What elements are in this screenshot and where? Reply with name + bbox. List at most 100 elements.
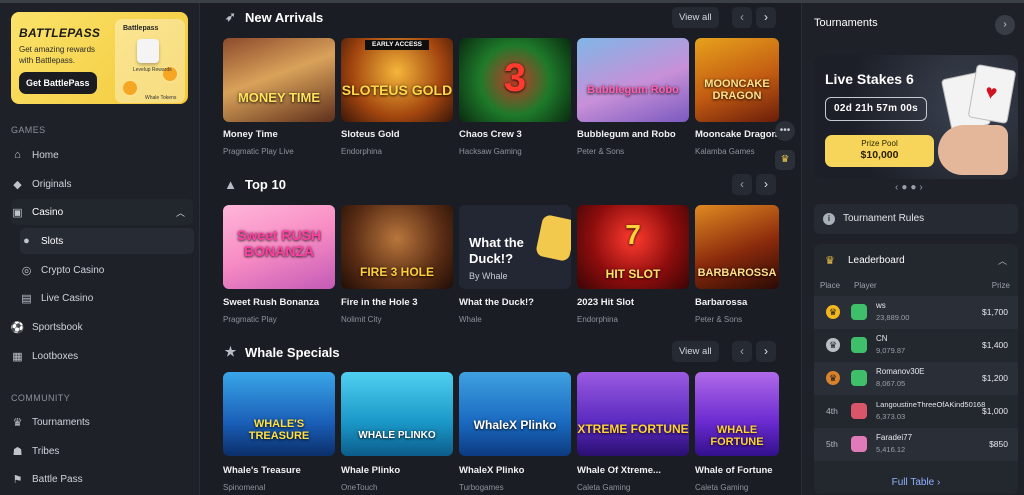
view-all-button[interactable]: View all bbox=[672, 341, 719, 362]
player-prize: $1,400 bbox=[982, 340, 1008, 350]
arrow-left-button[interactable]: ‹ bbox=[732, 174, 752, 195]
avatar bbox=[851, 370, 867, 386]
arrow-left-button[interactable]: ‹ bbox=[732, 341, 752, 362]
game-art-text: SLOTEUS GOLD bbox=[341, 82, 453, 98]
game-tile-mooncake-dragon[interactable]: MOONCAKE DRAGON bbox=[695, 38, 779, 122]
game-tile-money-time[interactable]: MONEY TIME bbox=[223, 38, 335, 122]
game-name[interactable]: Chaos Crew 3 bbox=[459, 129, 573, 140]
leaderboard-row[interactable]: ♛ ws 23,889.00 $1,700 bbox=[814, 296, 1018, 329]
game-name[interactable]: Barbarossa bbox=[695, 297, 777, 308]
game-name[interactable]: Sweet Rush Bonanza bbox=[223, 297, 337, 308]
game-name[interactable]: Whale Of Xtreme... bbox=[577, 465, 691, 476]
battlepass-logo: BATTLEPASS bbox=[19, 26, 101, 40]
game-name[interactable]: Mooncake Dragon bbox=[695, 129, 777, 140]
sidebar-item-battle-pass[interactable]: ⚑ Battle Pass bbox=[11, 466, 193, 492]
game-art-text: 3 bbox=[503, 56, 527, 100]
game-provider: Hacksaw Gaming bbox=[459, 147, 522, 156]
player-prize: $850 bbox=[989, 439, 1008, 449]
cards-icon: ▣ bbox=[12, 206, 23, 219]
game-tile-sweet-rush-bonanza[interactable]: Sweet RUSH BONANZA bbox=[223, 205, 335, 289]
game-tile-barbarossa[interactable]: BARBAROSSA bbox=[695, 205, 779, 289]
player-prize: $1,000 bbox=[982, 406, 1008, 416]
leaderboard-row[interactable]: 5th Faradei77 5,416.12 $850 bbox=[814, 428, 1018, 461]
game-tile-what-the-duck[interactable]: What the Duck!? By Whale bbox=[459, 205, 571, 289]
game-name[interactable]: What the Duck!? bbox=[459, 297, 573, 308]
game-name[interactable]: Sloteus Gold bbox=[341, 129, 455, 140]
leaderboard-row[interactable]: ♛ Romanov30E 8,067.05 $1,200 bbox=[814, 362, 1018, 395]
game-art-text: WHALE PLINKO bbox=[358, 430, 436, 441]
game-name[interactable]: Fire in the Hole 3 bbox=[341, 297, 455, 308]
player-rank: 4th bbox=[826, 406, 838, 416]
tournament-promo[interactable]: ♥ Live Stakes 6 02d 21h 57m 00s Prize Po… bbox=[814, 55, 1018, 179]
game-tile-whalex-plinko[interactable]: WhaleX Plinko bbox=[459, 372, 571, 456]
leaderboard-row[interactable]: ♛ CN 9,079.87 $1,400 bbox=[814, 329, 1018, 362]
player-points: 8,067.05 bbox=[876, 379, 906, 388]
arrow-left-button[interactable]: ‹ bbox=[732, 7, 752, 28]
crypto-icon: ◎ bbox=[21, 264, 32, 277]
group-icon: ☗ bbox=[12, 445, 23, 458]
game-art-text: What the Duck!? bbox=[469, 235, 524, 266]
chat-icon[interactable]: ••• bbox=[775, 121, 795, 141]
community-heading: COMMUNITY bbox=[11, 393, 71, 403]
game-art-text: Bubblegum Robo bbox=[587, 84, 679, 96]
arrow-right-button[interactable]: › bbox=[756, 174, 776, 195]
game-provider: Pragmatic Play Live bbox=[223, 147, 294, 156]
game-name[interactable]: Whale Plinko bbox=[341, 465, 455, 476]
player-rank: 5th bbox=[826, 439, 838, 449]
sidebar-item-live-casino[interactable]: ▤ Live Casino bbox=[20, 285, 194, 311]
game-name[interactable]: Bubblegum and Robo bbox=[577, 129, 691, 140]
sidebar: BATTLEPASS Get amazing rewards with Batt… bbox=[0, 3, 200, 495]
full-table-link[interactable]: Full Table › bbox=[814, 477, 1018, 488]
trophy-icon[interactable]: ♛ bbox=[775, 150, 795, 170]
sidebar-item-label: Crypto Casino bbox=[41, 264, 105, 276]
player-points: 5,416.12 bbox=[876, 445, 906, 454]
game-name[interactable]: Money Time bbox=[223, 129, 337, 140]
game-name[interactable]: WhaleX Plinko bbox=[459, 465, 573, 476]
arrow-right-button[interactable]: › bbox=[756, 341, 776, 362]
carousel-pagination[interactable]: ‹●●› bbox=[895, 182, 926, 193]
arrow-right-button[interactable]: › bbox=[756, 7, 776, 28]
duck-icon bbox=[535, 213, 571, 263]
game-tile-chaos-crew-3[interactable]: 3 bbox=[459, 38, 571, 122]
sidebar-item-slots[interactable]: ● Slots bbox=[20, 228, 194, 254]
game-tile-whale-of-xtreme-fortune[interactable]: XTREME FORTUNE bbox=[577, 372, 689, 456]
sidebar-item-crypto-casino[interactable]: ◎ Crypto Casino bbox=[20, 257, 194, 283]
leaderboard-row[interactable]: 4th LangoustineThreeOfAKind50168 6,373.0… bbox=[814, 395, 1018, 428]
tournament-rules-button[interactable]: i Tournament Rules bbox=[814, 204, 1018, 234]
game-name[interactable]: 2023 Hit Slot bbox=[577, 297, 691, 308]
sidebar-item-casino[interactable]: ▣ Casino ︿ bbox=[11, 199, 193, 225]
game-tile-bubblegum-robo[interactable]: Bubblegum Robo bbox=[577, 38, 689, 122]
game-tile-whale-of-fortune[interactable]: WHALE FORTUNE bbox=[695, 372, 779, 456]
player-name: Faradei77 bbox=[876, 433, 913, 442]
game-tile-whales-treasure[interactable]: WHALE'S TREASURE bbox=[223, 372, 335, 456]
player-points: 9,079.87 bbox=[876, 346, 906, 355]
chevron-right-icon: › bbox=[937, 477, 941, 488]
battlepass-banner[interactable]: BATTLEPASS Get amazing rewards with Batt… bbox=[11, 12, 188, 104]
collapse-panel-button[interactable]: › bbox=[995, 15, 1015, 35]
game-art-text: XTREME FORTUNE bbox=[577, 422, 689, 436]
sidebar-item-home[interactable]: ⌂ Home bbox=[11, 142, 193, 168]
game-provider: Spinomenal bbox=[223, 483, 266, 492]
get-battlepass-button[interactable]: Get BattlePass bbox=[19, 72, 97, 94]
game-provider: Endorphina bbox=[341, 147, 382, 156]
view-all-button[interactable]: View all bbox=[672, 7, 719, 28]
sidebar-item-sportsbook[interactable]: ⚽ Sportsbook bbox=[11, 314, 193, 340]
sidebar-item-lootboxes[interactable]: ▦ Lootboxes bbox=[11, 343, 193, 369]
sidebar-item-originals[interactable]: ◆ Originals bbox=[11, 171, 193, 197]
game-provider: OneTouch bbox=[341, 483, 378, 492]
hand-image bbox=[938, 125, 1008, 175]
sidebar-item-tribes[interactable]: ☗ Tribes bbox=[11, 438, 193, 464]
game-tile-2023-hit-slot[interactable]: 7 HIT SLOT bbox=[577, 205, 689, 289]
main-content: ➶ New Arrivals View all ‹ › MONEY TIME Mo… bbox=[200, 3, 800, 495]
chevron-up-icon[interactable]: ︿ bbox=[998, 254, 1007, 267]
sidebar-item-tournaments[interactable]: ♛ Tournaments bbox=[11, 409, 193, 435]
game-tile-fire-in-the-hole-3[interactable]: FIRE 3 HOLE bbox=[341, 205, 453, 289]
game-tile-whale-plinko[interactable]: WHALE PLINKO bbox=[341, 372, 453, 456]
bronze-trophy-icon: ♛ bbox=[826, 371, 840, 385]
game-tile-sloteus-gold[interactable]: EARLY ACCESS SLOTEUS GOLD bbox=[341, 38, 453, 122]
game-name[interactable]: Whale of Fortune bbox=[695, 465, 777, 476]
star-icon: ★ bbox=[224, 344, 237, 359]
panel-title: Tournaments bbox=[814, 17, 878, 29]
player-points: 6,373.03 bbox=[876, 412, 906, 421]
game-name[interactable]: Whale's Treasure bbox=[223, 465, 337, 476]
